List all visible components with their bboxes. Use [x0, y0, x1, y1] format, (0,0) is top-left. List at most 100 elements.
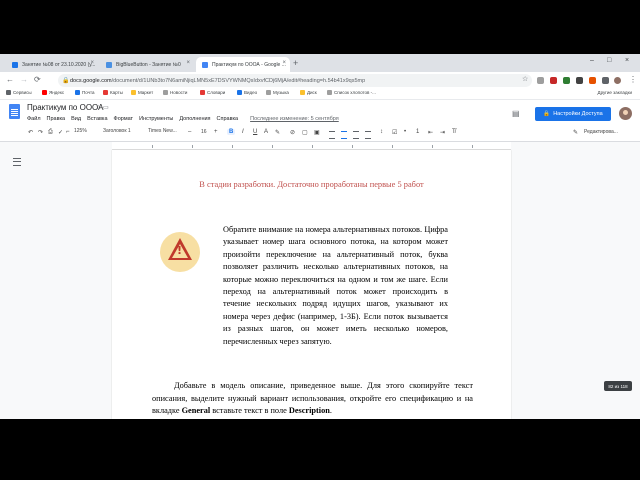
spellcheck-icon[interactable]: ✓ — [58, 129, 63, 136]
other-bookmarks[interactable]: Другие закладки — [598, 90, 632, 95]
bookmark-item[interactable]: Новости — [163, 90, 187, 95]
align-justify-icon[interactable] — [365, 131, 371, 139]
docs-menubar: Файл Правка Вид Вставка Формат Инструмен… — [27, 116, 339, 122]
star-icon[interactable]: ☆ ▭ — [96, 104, 109, 111]
close-icon[interactable]: × — [90, 60, 94, 66]
menu-file[interactable]: Файл — [27, 116, 41, 122]
browser-menu-icon[interactable]: ⋮ — [629, 75, 637, 84]
google-docs-logo-icon[interactable] — [9, 104, 20, 119]
bookmark-item[interactable]: Карты — [103, 90, 123, 95]
extension-icon[interactable] — [576, 77, 583, 84]
bookmark-item[interactable]: Музыка — [266, 90, 289, 95]
bookmark-item[interactable]: Видео — [237, 90, 257, 95]
menu-format[interactable]: Формат — [114, 116, 134, 122]
bookmark-label: Карты — [110, 90, 123, 95]
docs-favicon-icon — [202, 61, 208, 68]
bold-term-description: Description — [288, 406, 330, 416]
zoom-select[interactable]: 125% — [74, 128, 87, 134]
extension-icon[interactable] — [589, 77, 596, 84]
docs-header: Практикум по ОООА ☆ ▭ Файл Правка Вид Вс… — [0, 100, 640, 126]
share-button[interactable]: 🔒 Настройки Доступа — [535, 107, 611, 121]
tab-praktikum[interactable]: Практикум по ОООА - Google ... × — [196, 57, 290, 72]
line-spacing-icon[interactable]: ↕ — [380, 129, 383, 135]
video-icon — [237, 90, 242, 95]
window-close-button[interactable]: × — [625, 57, 629, 64]
redo-icon[interactable]: ↷ — [38, 129, 43, 136]
undo-icon[interactable]: ↶ — [28, 129, 33, 136]
profile-avatar-icon[interactable] — [614, 77, 621, 84]
comment-history-icon[interactable]: ▤ — [512, 109, 520, 118]
align-right-icon[interactable] — [353, 131, 359, 139]
extension-icon[interactable] — [563, 77, 570, 84]
address-bar[interactable]: 🔒 docs.google.com /document/d/1UNb3to7N6… — [58, 74, 532, 87]
forward-button[interactable]: → — [20, 75, 28, 84]
style-select[interactable]: Заголовок 1 — [103, 128, 131, 134]
ruler[interactable] — [112, 142, 511, 150]
font-size-input[interactable]: 16 — [201, 129, 207, 135]
share-label: Настройки Доступа — [553, 111, 603, 117]
bulleted-list-icon[interactable]: • — [404, 129, 406, 135]
close-icon[interactable]: × — [186, 60, 190, 66]
mail-icon — [75, 90, 80, 95]
bookmark-item[interactable]: Почта — [75, 90, 95, 95]
clear-formatting-icon[interactable]: T̸ — [452, 129, 456, 135]
tab-bigbluebutton[interactable]: BigBlueButton - Занятие №0 × — [100, 57, 194, 72]
extensions-puzzle-icon[interactable] — [602, 77, 609, 84]
editing-mode-select[interactable]: Редактирова... — [584, 129, 618, 135]
document-page[interactable]: В стадии разработки. Достаточно проработ… — [112, 150, 511, 419]
document-outline-icon[interactable] — [13, 158, 21, 166]
bookmark-item[interactable]: Маркет — [131, 90, 153, 95]
highlight-icon[interactable]: ✎ — [275, 129, 280, 136]
underline-button[interactable]: U — [253, 129, 257, 135]
link-icon[interactable]: ⊘ — [290, 129, 295, 136]
maximize-button[interactable]: □ — [607, 57, 611, 64]
numbered-list-icon[interactable]: 1 — [416, 129, 419, 135]
last-edit-link[interactable]: Последнее изменение: 5 сентября — [250, 116, 339, 122]
comment-icon[interactable]: ▢ — [302, 129, 308, 136]
reload-button[interactable]: ⟳ — [34, 75, 41, 84]
bookmark-label: Новости — [170, 90, 188, 95]
menu-view[interactable]: Вид — [71, 116, 81, 122]
font-size-decrease[interactable]: – — [188, 129, 191, 135]
bookmark-item[interactable]: Яндекс — [42, 90, 64, 95]
menu-edit[interactable]: Правка — [47, 116, 66, 122]
close-icon[interactable]: × — [282, 60, 286, 66]
url-host: docs.google.com — [70, 77, 112, 84]
bookmark-item[interactable]: Диск — [300, 90, 317, 95]
menu-insert[interactable]: Вставка — [87, 116, 107, 122]
bold-button[interactable]: B — [227, 129, 236, 135]
back-button[interactable]: ← — [6, 75, 14, 84]
docs-toolbar: ↶ ↷ ⎙ ✓ ⌐ 125% Заголовок 1 Times New... … — [0, 126, 640, 142]
checklist-icon[interactable]: ☑ — [392, 129, 397, 136]
bookmark-item[interactable]: Список хлопотов -... — [327, 90, 376, 95]
font-select[interactable]: Times New... — [148, 128, 177, 134]
increase-indent-icon[interactable]: ⇥ — [440, 129, 445, 136]
decrease-indent-icon[interactable]: ⇤ — [428, 129, 433, 136]
extension-icon[interactable] — [537, 77, 544, 84]
bbb-favicon-icon — [106, 61, 112, 68]
new-tab-button[interactable]: + — [293, 58, 298, 68]
text-color-button[interactable]: A — [264, 129, 268, 135]
print-icon[interactable]: ⎙ — [48, 129, 53, 136]
align-center-icon[interactable] — [341, 131, 347, 139]
extension-icon[interactable] — [550, 77, 557, 84]
bookmark-item[interactable]: Сервисы — [6, 90, 32, 95]
menu-addons[interactable]: Дополнения — [179, 116, 210, 122]
tab-zanyatie[interactable]: Занятие №08 от 23.10.2020 (у... × — [6, 57, 98, 72]
font-size-increase[interactable]: + — [214, 129, 218, 135]
bookmark-label: Сервисы — [13, 90, 32, 95]
image-icon[interactable]: ▣ — [314, 129, 320, 136]
italic-button[interactable]: I — [242, 129, 244, 135]
avatar[interactable] — [619, 107, 632, 120]
tab-strip: Занятие №08 от 23.10.2020 (у... × BigBlu… — [0, 54, 640, 72]
menu-help[interactable]: Справка — [217, 116, 239, 122]
bookmark-item[interactable]: Словари — [200, 90, 225, 95]
bookmark-star-icon[interactable]: ☆ — [522, 75, 528, 83]
minimize-button[interactable]: – — [590, 57, 594, 64]
align-left-icon[interactable] — [329, 131, 335, 139]
development-note: В стадии разработки. Достаточно проработ… — [199, 180, 424, 189]
document-title[interactable]: Практикум по ОООА — [27, 103, 103, 112]
menu-tools[interactable]: Инструменты — [139, 116, 173, 122]
paint-format-icon[interactable]: ⌐ — [66, 129, 70, 135]
document-canvas: В стадии разработки. Достаточно проработ… — [0, 150, 640, 419]
